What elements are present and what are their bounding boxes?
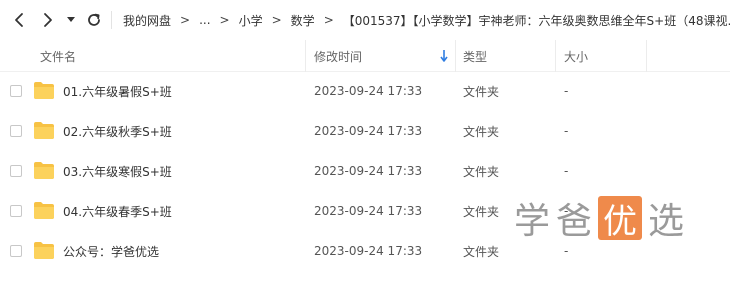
row-checkbox[interactable] (10, 245, 22, 257)
breadcrumb-item-math[interactable]: 数学 (291, 12, 315, 29)
breadcrumb-item-my-drive[interactable]: 我的网盘 (123, 12, 171, 29)
file-type: 文件夹 (463, 164, 500, 179)
folder-icon (34, 202, 54, 219)
column-header-size[interactable]: 大小 (564, 40, 588, 72)
toolbar-divider (111, 11, 112, 29)
refresh-icon (88, 13, 100, 26)
column-header-modified[interactable]: 修改时间 (314, 40, 362, 72)
breadcrumb: 我的网盘 > ... > 小学 > 数学 > 【001537】【小学数学】宇神老… (123, 0, 730, 40)
folder-icon (34, 122, 54, 139)
file-type: 文件夹 (463, 84, 500, 99)
file-name[interactable]: 03.六年级寒假S+班 (63, 151, 172, 191)
column-divider[interactable] (646, 40, 647, 72)
breadcrumb-separator: > (219, 13, 230, 27)
watermark-char: 学 (514, 201, 553, 242)
modified-time: 2023-09-24 17:33 (314, 204, 423, 218)
column-divider[interactable] (555, 40, 556, 72)
file-type: 文件夹 (463, 204, 500, 219)
modified-time: 2023-09-24 17:33 (314, 164, 423, 178)
breadcrumb-item-primary-school[interactable]: 小学 (239, 12, 263, 29)
file-name[interactable]: 01.六年级暑假S+班 (63, 71, 172, 111)
row-checkbox[interactable] (10, 205, 22, 217)
file-size: - (564, 124, 569, 138)
modified-time: 2023-09-24 17:33 (314, 84, 423, 98)
file-size: - (564, 164, 569, 178)
folder-icon (34, 242, 54, 259)
column-header-type[interactable]: 类型 (463, 40, 487, 72)
sort-descending-icon[interactable] (440, 50, 448, 62)
table-row[interactable]: 02.六年级秋季S+班 2023-09-24 17:33 文件夹 - (0, 111, 730, 151)
toolbar: 我的网盘 > ... > 小学 > 数学 > 【001537】【小学数学】宇神老… (0, 0, 730, 40)
column-header-name[interactable]: 文件名 (40, 40, 76, 72)
watermark-char: 优 (603, 201, 638, 242)
table-row[interactable]: 01.六年级暑假S+班 2023-09-24 17:33 文件夹 - (0, 71, 730, 111)
file-type: 文件夹 (463, 124, 500, 139)
folder-icon (34, 162, 54, 179)
modified-time: 2023-09-24 17:33 (314, 124, 423, 138)
forward-button[interactable] (36, 8, 60, 32)
watermark-char: 爸 (556, 201, 595, 242)
file-size: - (564, 84, 569, 98)
breadcrumb-separator: > (180, 13, 191, 27)
table-row[interactable]: 03.六年级寒假S+班 2023-09-24 17:33 文件夹 - (0, 151, 730, 191)
column-divider[interactable] (455, 40, 456, 72)
history-dropdown-button[interactable] (62, 8, 80, 32)
watermark-highlight-box: 优 (598, 196, 643, 242)
refresh-button[interactable] (82, 8, 106, 32)
file-list-header: 文件名 修改时间 类型 大小 (0, 40, 730, 72)
row-checkbox[interactable] (10, 125, 22, 137)
breadcrumb-separator: > (323, 13, 334, 27)
row-checkbox[interactable] (10, 85, 22, 97)
watermark-char: 选 (648, 201, 687, 242)
file-name[interactable]: 公众号：学爸优选 (63, 231, 159, 271)
back-button[interactable] (7, 8, 31, 32)
watermark-logo: 学 爸 优 选 (514, 194, 690, 242)
chevron-left-icon (15, 13, 23, 27)
row-checkbox[interactable] (10, 165, 22, 177)
file-name[interactable]: 02.六年级秋季S+班 (63, 111, 172, 151)
modified-time: 2023-09-24 17:33 (314, 244, 423, 258)
column-divider[interactable] (305, 40, 306, 72)
file-type: 文件夹 (463, 244, 500, 259)
breadcrumb-separator: > (271, 13, 282, 27)
caret-down-icon (67, 17, 75, 22)
breadcrumb-item-current-folder[interactable]: 【001537】【小学数学】宇神老师：六年级奥数思维全年S+班（48课视... (343, 12, 730, 29)
chevron-right-icon (44, 13, 52, 27)
breadcrumb-item-collapsed[interactable]: ... (199, 13, 210, 27)
folder-icon (34, 82, 54, 99)
file-name[interactable]: 04.六年级春季S+班 (63, 191, 172, 231)
